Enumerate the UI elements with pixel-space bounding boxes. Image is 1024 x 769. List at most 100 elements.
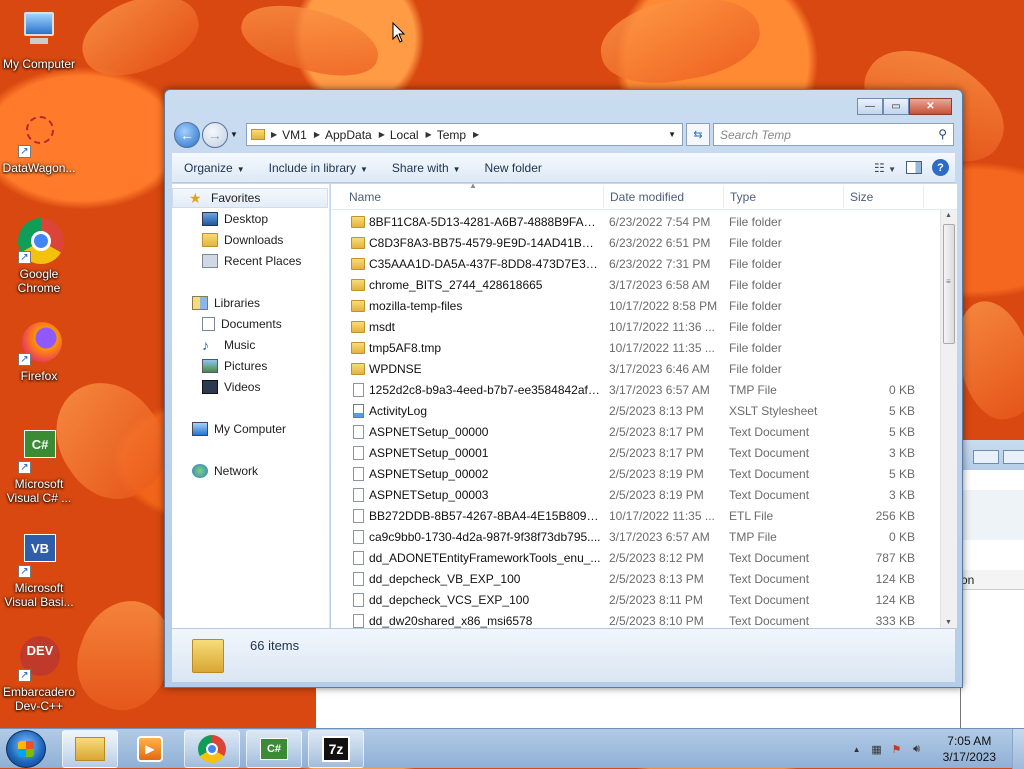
nav-libraries[interactable]: Libraries [192, 293, 260, 313]
desktop-icon-devcpp[interactable]: DEV ↗ Embarcadero Dev-C++ [0, 636, 78, 713]
nav-label: Videos [224, 380, 261, 394]
nav-documents[interactable]: Documents [202, 314, 282, 334]
navigation-pane: ★ Favorites Desktop Downloads Recent Plac… [172, 184, 330, 628]
taskbar-explorer[interactable] [62, 730, 118, 768]
volume-icon[interactable]: 🔊︎ [910, 742, 924, 756]
start-button[interactable] [6, 730, 46, 768]
file-row[interactable]: ActivityLog 2/5/2023 8:13 PM XSLT Styleshe… [331, 401, 941, 422]
file-row[interactable]: msdt 10/17/2022 11:36 ... File folder [331, 317, 941, 338]
forward-button[interactable]: → [202, 122, 228, 148]
chrome-icon: ↗ [16, 218, 64, 264]
show-desktop-button[interactable] [1012, 729, 1024, 769]
preview-pane-icon[interactable] [906, 161, 922, 174]
file-icon [353, 551, 364, 565]
vertical-scrollbar[interactable]: ▲ ≡ ▼ [940, 210, 957, 628]
nav-my-computer[interactable]: My Computer [192, 419, 286, 439]
taskbar-media-player[interactable]: ▶ [122, 730, 178, 768]
file-row[interactable]: dd_depcheck_VCS_EXP_100 2/5/2023 8:11 PM T… [331, 590, 941, 611]
file-name: mozilla-temp-files [369, 299, 463, 313]
desktop-icon-chrome[interactable]: ↗ Google Chrome [0, 218, 78, 295]
file-row[interactable]: C35AAA1D-DA5A-437F-8DD8-473D7E327... 6/23… [331, 254, 941, 275]
taskbar-visual-csharp[interactable]: C# [246, 730, 302, 768]
explorer-window[interactable]: — ▭ ✕ ← → ▼ ▶ VM1 ▶ AppData ▶ Local ▶ Te… [164, 89, 963, 688]
new-folder-button[interactable]: New folder [473, 161, 554, 175]
scroll-down-icon[interactable]: ▼ [945, 619, 952, 626]
file-row[interactable]: dd_ADONETEntityFrameworkTools_enu_... 2/5… [331, 548, 941, 569]
network-tray-icon[interactable]: ▦ [870, 742, 884, 756]
column-size[interactable]: Size [850, 190, 873, 204]
maximize-button[interactable]: ▭ [883, 98, 909, 115]
file-type: Text Document [729, 593, 810, 607]
background-window-right[interactable]: on [960, 440, 1024, 730]
file-name: 1252d2c8-b9a3-4eed-b7b7-ee3584842afb... [369, 383, 601, 397]
file-row[interactable]: chrome_BITS_2744_428618665 3/17/2023 6:58… [331, 275, 941, 296]
file-type: Text Document [729, 614, 810, 628]
file-row[interactable]: mozilla-temp-files 10/17/2022 8:58 PM File… [331, 296, 941, 317]
shortcut-arrow-icon: ↗ [18, 565, 31, 578]
file-row[interactable]: tmp5AF8.tmp 10/17/2022 11:35 ... File fold… [331, 338, 941, 359]
breadcrumb-vm1[interactable]: VM1 [282, 128, 307, 142]
taskbar-7zip[interactable]: 7z [308, 730, 364, 768]
file-row[interactable]: ASPNETSetup_00002 2/5/2023 8:19 PM Text Do… [331, 464, 941, 485]
desktop-icon-my-computer[interactable]: My Computer [0, 8, 78, 71]
view-options-icon[interactable]: ☷ ▼ [874, 161, 896, 175]
breadcrumb-temp[interactable]: Temp [437, 128, 466, 142]
refresh-button[interactable]: ⇆ [686, 123, 710, 146]
search-input[interactable]: Search Temp ⚲ [713, 123, 954, 146]
clock[interactable]: 7:05 AM 3/17/2023 [927, 733, 1012, 765]
nav-pictures[interactable]: Pictures [202, 356, 267, 376]
file-date: 2/5/2023 8:13 PM [609, 572, 704, 586]
file-date: 10/17/2022 11:36 ... [609, 320, 715, 334]
minimize-button[interactable]: — [857, 98, 883, 115]
desktop-icon-datawagon[interactable]: ↗ DataWagon... [0, 112, 78, 175]
column-date-modified[interactable]: Date modified [610, 190, 684, 204]
file-row[interactable]: WPDNSE 3/17/2023 6:46 AM File folder [331, 359, 941, 380]
close-button[interactable]: ✕ [909, 98, 952, 115]
include-in-library-button[interactable]: Include in library ▼ [257, 161, 380, 175]
taskbar-chrome[interactable] [184, 730, 240, 768]
file-row[interactable]: 8BF11C8A-5D13-4281-A6B7-4888B9FAB8... 6/2… [331, 212, 941, 233]
nav-videos[interactable]: Videos [202, 377, 260, 397]
file-icon [353, 383, 364, 397]
column-type[interactable]: Type [730, 190, 756, 204]
file-row[interactable]: BB272DDB-8B57-4267-8BA4-4E15B8092E... 10/… [331, 506, 941, 527]
help-button[interactable]: ? [932, 159, 949, 176]
breadcrumb-local[interactable]: Local [390, 128, 419, 142]
share-with-button[interactable]: Share with ▼ [380, 161, 473, 175]
nav-favorites[interactable]: ★ Favorites [172, 188, 328, 208]
file-row[interactable]: ASPNETSetup_00000 2/5/2023 8:17 PM Text Do… [331, 422, 941, 443]
sort-indicator-icon: ▲ [469, 184, 477, 190]
file-row[interactable]: 1252d2c8-b9a3-4eed-b7b7-ee3584842afb... 3… [331, 380, 941, 401]
visual-csharp-icon: C# [260, 738, 288, 760]
address-bar[interactable]: ▶ VM1 ▶ AppData ▶ Local ▶ Temp ▶ ▼ [246, 123, 683, 146]
desktop-icon-label: Firefox [20, 369, 58, 383]
recent-pages-dropdown-icon[interactable]: ▼ [230, 130, 238, 139]
scroll-up-icon[interactable]: ▲ [945, 212, 952, 219]
file-row[interactable]: C8D3F8A3-BB75-4579-9E9D-14AD41BD3... 6/23… [331, 233, 941, 254]
file-row[interactable]: dd_dw20shared_x86_msi6578 2/5/2023 8:10 P… [331, 611, 941, 628]
nav-desktop[interactable]: Desktop [202, 209, 268, 229]
file-type: TMP File [729, 530, 777, 544]
file-row[interactable]: ca9c9bb0-1730-4d2a-987f-9f38f73db795....… [331, 527, 941, 548]
organize-button[interactable]: Organize ▼ [172, 161, 257, 175]
file-row[interactable]: dd_depcheck_VB_EXP_100 2/5/2023 8:13 PM Te… [331, 569, 941, 590]
desktop-icon-visual-csharp[interactable]: C# ↗ Microsoft Visual C# ... [0, 428, 78, 505]
file-row[interactable]: ASPNETSetup_00001 2/5/2023 8:17 PM Text Do… [331, 443, 941, 464]
background-window-text: on [961, 573, 975, 587]
shortcut-arrow-icon: ↗ [18, 251, 31, 264]
address-dropdown-icon[interactable]: ▼ [668, 130, 676, 139]
nav-downloads[interactable]: Downloads [202, 230, 283, 250]
action-center-icon[interactable]: ⚑ [890, 742, 904, 756]
file-type: ETL File [729, 509, 774, 523]
scrollbar-thumb[interactable]: ≡ [943, 224, 955, 344]
show-hidden-icons-icon[interactable]: ▲ [850, 742, 864, 756]
nav-network[interactable]: Network [192, 461, 258, 481]
column-name[interactable]: Name [349, 190, 381, 204]
desktop-icon-firefox[interactable]: ↗ Firefox [0, 320, 78, 383]
file-row[interactable]: ASPNETSetup_00003 2/5/2023 8:19 PM Text Do… [331, 485, 941, 506]
nav-recent-places[interactable]: Recent Places [202, 251, 301, 271]
breadcrumb-appdata[interactable]: AppData [325, 128, 372, 142]
desktop-icon-visual-basic[interactable]: VB ↗ Microsoft Visual Basi... [0, 532, 78, 609]
nav-music[interactable]: ♪ Music [202, 335, 255, 355]
back-button[interactable]: ← [174, 122, 200, 148]
